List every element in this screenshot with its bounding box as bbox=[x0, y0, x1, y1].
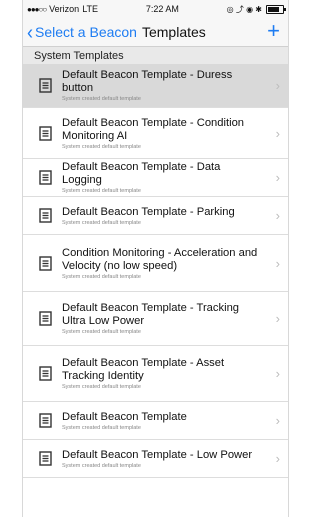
template-subtitle: System created default template bbox=[62, 329, 141, 335]
template-row[interactable]: Default Beacon Template - Parking System… bbox=[23, 197, 288, 235]
template-subtitle: System created default template bbox=[62, 462, 141, 469]
template-title: Default Beacon Template bbox=[62, 410, 187, 423]
back-button[interactable]: ‹ Select a Beacon bbox=[23, 20, 137, 44]
template-row[interactable]: Default Beacon Template - Low Power Syst… bbox=[23, 440, 288, 478]
network-label: LTE bbox=[82, 4, 99, 14]
screenshot-frame: ●●●○○ Verizon LTE 7:22 AM ◎ ⤴ ◉ ✱ ‹ Sele… bbox=[0, 0, 311, 517]
document-icon bbox=[39, 125, 52, 141]
document-icon bbox=[39, 451, 52, 466]
template-row[interactable]: Default Beacon Template System created d… bbox=[23, 402, 288, 440]
status-icons: ◎ ⤴ ◉ ✱ bbox=[226, 4, 262, 14]
document-icon bbox=[39, 366, 52, 381]
template-subtitle: System created default template bbox=[62, 384, 141, 390]
phone-screen: ●●●○○ Verizon LTE 7:22 AM ◎ ⤴ ◉ ✱ ‹ Sele… bbox=[22, 0, 289, 517]
document-icon bbox=[39, 255, 52, 271]
chevron-right-icon: › bbox=[275, 125, 280, 141]
status-bar: ●●●○○ Verizon LTE 7:22 AM ◎ ⤴ ◉ ✱ bbox=[23, 0, 288, 18]
template-subtitle: System created default template bbox=[62, 188, 141, 194]
document-icon bbox=[39, 170, 52, 185]
battery-icon bbox=[265, 4, 286, 14]
template-subtitle: System created default template bbox=[62, 96, 141, 102]
template-row[interactable]: Default Beacon Template - Condition Moni… bbox=[23, 108, 288, 159]
document-icon bbox=[39, 208, 52, 223]
template-row[interactable]: Default Beacon Template - Asset Tracking… bbox=[23, 346, 288, 402]
template-title: Default Beacon Template - Low Power bbox=[62, 448, 253, 461]
chevron-right-icon: › bbox=[275, 170, 280, 185]
chevron-left-icon: ‹ bbox=[27, 20, 33, 44]
chevron-right-icon: › bbox=[275, 255, 280, 271]
navigation-bar: ‹ Select a Beacon Templates + bbox=[23, 18, 288, 47]
chevron-right-icon: › bbox=[275, 413, 280, 428]
template-subtitle: System created default template bbox=[62, 143, 141, 150]
template-title: Default Beacon Template - Asset Tracking… bbox=[62, 357, 225, 382]
template-subtitle: System created default template bbox=[62, 219, 141, 226]
chevron-right-icon: › bbox=[275, 208, 280, 223]
document-icon bbox=[39, 413, 52, 428]
document-icon bbox=[39, 78, 52, 93]
template-title: Default Beacon Template - Tracking Ultra… bbox=[62, 302, 240, 327]
template-title: Default Beacon Template - Data Logging bbox=[62, 161, 221, 186]
template-list: Default Beacon Template - Duress button … bbox=[23, 64, 288, 478]
add-template-button[interactable]: + bbox=[267, 20, 280, 42]
section-header: System Templates bbox=[23, 47, 288, 64]
chevron-right-icon: › bbox=[275, 78, 280, 93]
page-title: Templates bbox=[141, 24, 206, 40]
template-title: Default Beacon Template - Duress button bbox=[62, 69, 233, 94]
template-title: Condition Monitoring - Acceleration and … bbox=[62, 246, 258, 272]
chevron-right-icon: › bbox=[275, 366, 280, 381]
document-icon bbox=[39, 311, 52, 326]
template-row[interactable]: Default Beacon Template - Duress button … bbox=[23, 64, 288, 108]
template-row[interactable]: Default Beacon Template - Tracking Ultra… bbox=[23, 292, 288, 346]
template-subtitle: System created default template bbox=[62, 424, 141, 431]
back-label: Select a Beacon bbox=[35, 24, 137, 40]
template-title: Default Beacon Template - Condition Moni… bbox=[62, 116, 245, 142]
carrier-label: Verizon bbox=[49, 4, 80, 14]
chevron-right-icon: › bbox=[275, 311, 280, 326]
signal-strength-icon: ●●●○○ bbox=[27, 4, 47, 14]
template-subtitle: System created default template bbox=[62, 273, 141, 280]
template-row[interactable]: Default Beacon Template - Data Logging S… bbox=[23, 159, 288, 197]
chevron-right-icon: › bbox=[275, 451, 280, 466]
template-row[interactable]: Condition Monitoring - Acceleration and … bbox=[23, 235, 288, 292]
clock: 7:22 AM bbox=[145, 4, 179, 14]
template-title: Default Beacon Template - Parking bbox=[62, 205, 235, 218]
